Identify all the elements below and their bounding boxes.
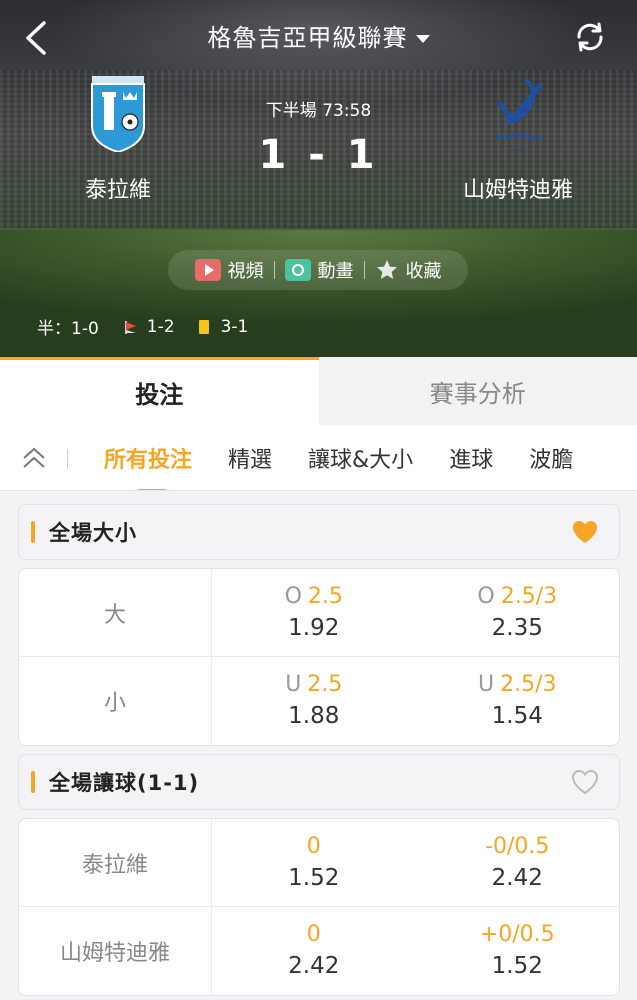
heart-filled-icon[interactable] — [571, 519, 599, 545]
odds-button[interactable]: -0/0.5 2.42 — [416, 819, 620, 906]
odds-price: 1.52 — [288, 864, 340, 891]
yellow-card-icon — [198, 319, 209, 334]
odds-handicap: 2.5/3 — [500, 672, 557, 697]
tab-featured[interactable]: 精選 — [210, 442, 290, 474]
odds-price: 1.88 — [288, 703, 340, 729]
odds-price: 1.92 — [288, 614, 340, 641]
odds-line: 0 — [307, 920, 321, 950]
row-label: 泰拉維 — [19, 819, 212, 906]
odds-table-over-under: 大 O 2.5 1.92 O 2.5/3 2.35 小 U 2.5 1.88 U 2.5… — [18, 568, 620, 746]
league-selector[interactable]: 格魯吉亞甲級聯賽 — [0, 18, 637, 53]
odds-line: U 2.5 — [285, 670, 342, 700]
odds-button[interactable]: 0 1.52 — [212, 819, 416, 906]
tab-goals[interactable]: 進球 — [431, 442, 511, 474]
odds-prefix: U — [477, 672, 495, 697]
section-title: 全場讓球(1-1) — [49, 771, 200, 795]
video-label: 視頻 — [227, 261, 264, 282]
odds-handicap: 2.5/3 — [500, 583, 558, 609]
corners-count: 1-2 — [146, 316, 175, 337]
odds-price: 1.54 — [491, 703, 543, 729]
odds-line: O 2.5 — [285, 582, 343, 612]
animation-icon — [284, 259, 311, 281]
svg-text:1936: 1936 — [510, 145, 526, 152]
yellow-cards-count: 3-1 — [220, 316, 249, 337]
section-title: 全場大小 — [49, 521, 137, 545]
odds-line: U 2.5/3 — [478, 670, 557, 700]
odds-prefix: O — [477, 583, 495, 609]
table-row: 小 U 2.5 1.88 U 2.5/3 1.54 — [19, 657, 619, 745]
odds-button[interactable]: 0 2.42 — [212, 907, 416, 995]
svg-text:SAMTREDIA: SAMTREDIA — [494, 133, 542, 142]
odds-price: 2.42 — [288, 953, 340, 979]
divider — [363, 261, 365, 279]
video-icon — [194, 259, 221, 281]
section-accent-bar — [31, 771, 35, 793]
odds-button[interactable]: O 2.5 1.92 — [212, 569, 416, 656]
odds-line: -0/0.5 — [485, 832, 549, 862]
tab-betting[interactable]: 投注 — [0, 357, 319, 425]
odds-handicap: -0/0.5 — [485, 833, 550, 859]
section-header-handicap[interactable]: 全場讓球(1-1) — [18, 754, 620, 810]
odds-button[interactable]: U 2.5/3 1.54 — [416, 657, 620, 745]
video-button[interactable]: 視頻 — [189, 257, 270, 283]
row-label: 大 — [19, 569, 212, 656]
tab-all-bets[interactable]: 所有投注 — [68, 442, 210, 474]
favorite-label: 收藏 — [405, 261, 442, 282]
odds-button[interactable]: +0/0.5 1.52 — [416, 907, 620, 995]
media-bar: 視頻 動畫 收藏 — [168, 250, 468, 290]
odds-handicap: +0/0.5 — [479, 922, 555, 947]
odds-table-handicap: 泰拉維 0 1.52 -0/0.5 2.42 山姆特迪雅 0 2.42 +0/0… — [18, 818, 620, 996]
divider — [273, 261, 275, 279]
away-team-crest-icon: SAMTREDIA 1936 — [494, 78, 543, 152]
favorite-button[interactable]: 收藏 — [369, 257, 448, 283]
odds-price: 2.35 — [491, 614, 543, 641]
odds-line: O 2.5/3 — [477, 582, 557, 612]
section-header-over-under[interactable]: 全場大小 — [18, 504, 620, 560]
odds-handicap: 2.5 — [307, 583, 343, 609]
match-header: 格魯吉亞甲級聯賽 泰拉維 下半場 73:58 1 - 1 SAMTREDIA 1… — [0, 0, 637, 357]
tab-correct-score[interactable]: 波膽 — [511, 442, 591, 474]
match-stats: 半：1-0 1-2 3-1 — [37, 314, 249, 340]
table-row: 山姆特迪雅 0 2.42 +0/0.5 1.52 — [19, 907, 619, 995]
away-team[interactable]: SAMTREDIA 1936 山姆特迪雅 — [450, 76, 586, 204]
odds-prefix: O — [284, 583, 302, 609]
animation-label: 動畫 — [317, 261, 354, 282]
odds-button[interactable]: O 2.5/3 2.35 — [416, 569, 620, 656]
odds-handicap: 0 — [306, 922, 321, 947]
tab-match-analysis[interactable]: 賽事分析 — [318, 357, 637, 425]
odds-handicap: 0 — [306, 833, 321, 859]
odds-line: +0/0.5 — [480, 920, 555, 950]
refresh-icon[interactable] — [573, 20, 607, 54]
double-chevron-up-icon — [23, 447, 45, 468]
caret-down-icon — [415, 35, 430, 43]
league-title: 格魯吉亞甲級聯賽 — [207, 24, 408, 52]
odds-prefix: U — [285, 672, 302, 697]
heart-outline-icon[interactable] — [571, 769, 599, 795]
section-accent-bar — [31, 521, 35, 543]
odds-price: 1.52 — [491, 953, 543, 979]
row-label: 小 — [19, 657, 212, 745]
odds-line: 0 — [307, 832, 321, 862]
main-tabs: 投注 賽事分析 — [0, 357, 637, 425]
star-icon — [376, 260, 397, 279]
row-label: 山姆特迪雅 — [19, 907, 212, 995]
tab-handicap-over-under[interactable]: 讓球&大小 — [290, 442, 431, 474]
odds-button[interactable]: U 2.5 1.88 — [212, 657, 416, 745]
table-row: 大 O 2.5 1.92 O 2.5/3 2.35 — [19, 569, 619, 657]
collapse-all-button[interactable] — [0, 425, 68, 490]
table-row: 泰拉維 0 1.52 -0/0.5 2.42 — [19, 819, 619, 907]
half-time-score: 半：1-0 — [37, 319, 99, 339]
away-team-name: 山姆特迪雅 — [462, 178, 573, 203]
market-tabs: 所有投注 精選 讓球&大小 進球 波膽 — [0, 425, 637, 491]
odds-handicap: 2.5 — [307, 672, 343, 697]
corner-flag-icon — [125, 320, 136, 334]
odds-price: 2.42 — [491, 864, 543, 891]
animation-button[interactable]: 動畫 — [279, 257, 360, 283]
